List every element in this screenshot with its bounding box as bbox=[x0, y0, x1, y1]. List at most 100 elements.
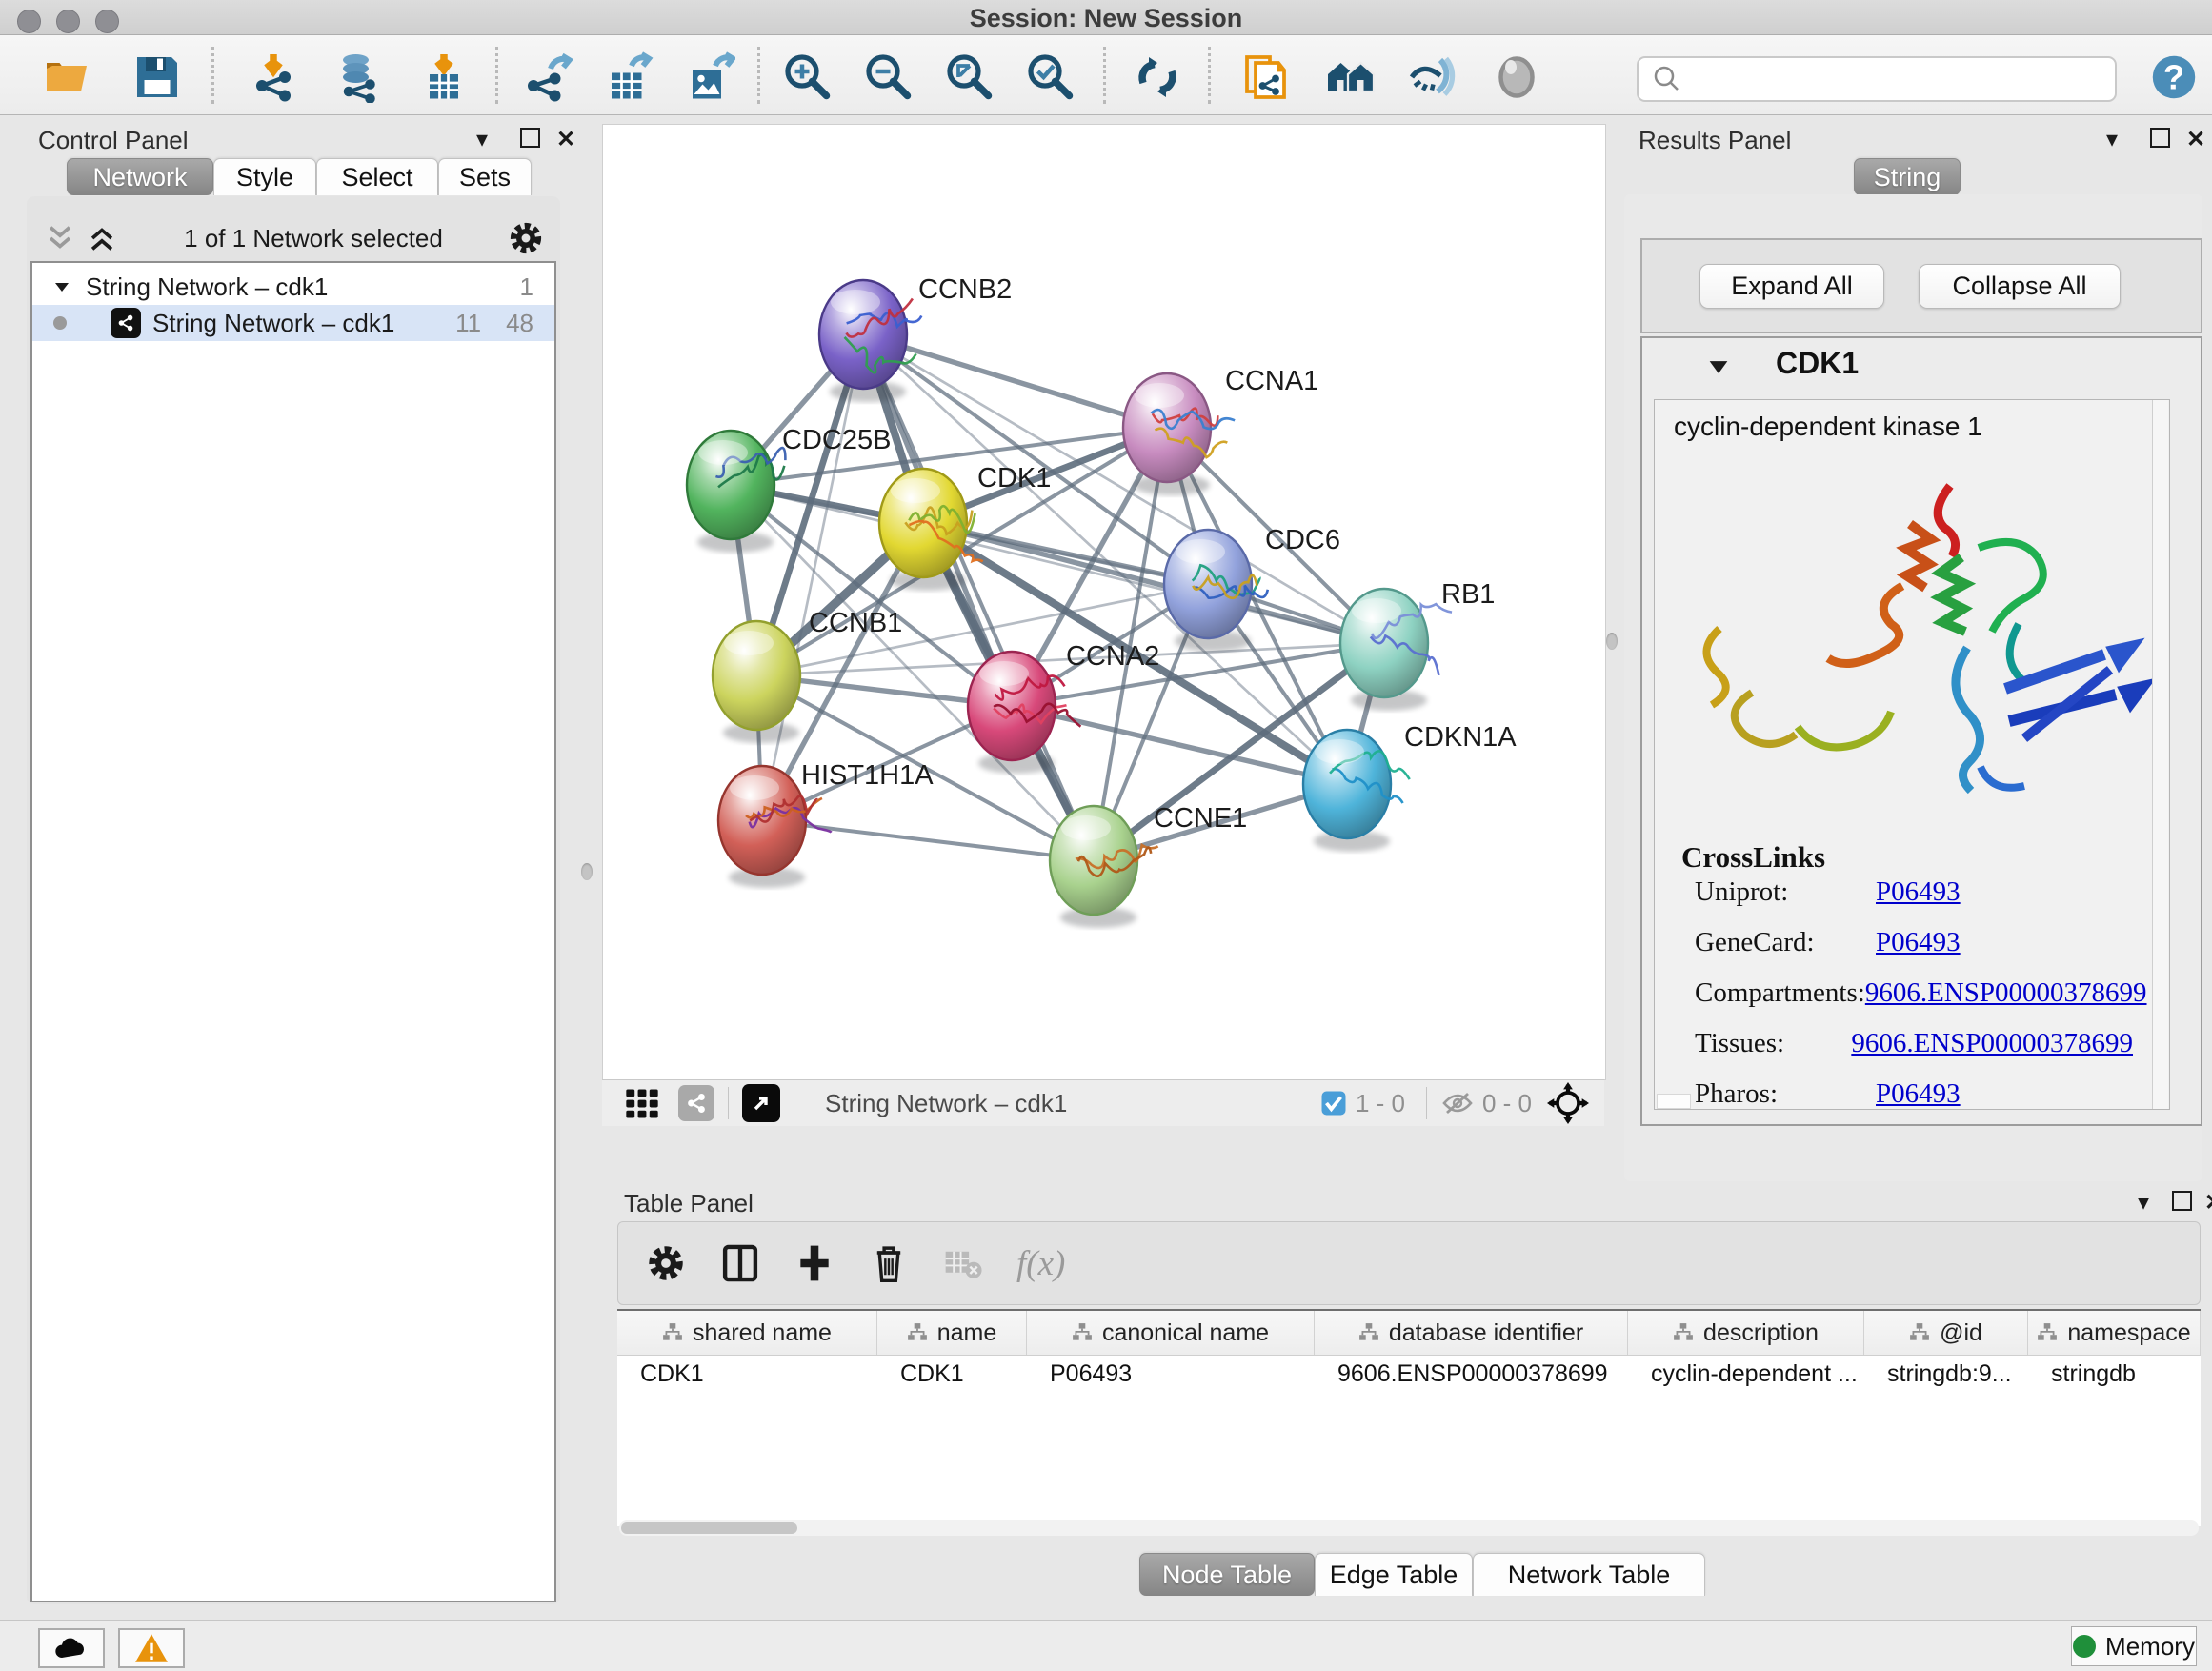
export-image-button[interactable] bbox=[681, 50, 738, 104]
import-network-from-file-button[interactable] bbox=[248, 50, 305, 104]
network-node-HIST1H1A[interactable]: HIST1H1A bbox=[718, 760, 934, 888]
tab-select[interactable]: Select bbox=[316, 158, 438, 195]
network-node-CCNA1[interactable]: CCNA1 bbox=[1123, 366, 1318, 495]
table-cell[interactable]: stringdb:9... bbox=[1864, 1355, 2028, 1393]
network-node-RB1[interactable]: RB1 bbox=[1340, 579, 1495, 711]
delete-column-icon[interactable] bbox=[868, 1242, 910, 1284]
string-view-icon[interactable] bbox=[678, 1085, 714, 1121]
open-in-window-button[interactable] bbox=[742, 1084, 780, 1122]
crosslink-link[interactable]: P06493 bbox=[1876, 876, 1961, 908]
crosslink-link[interactable]: P06493 bbox=[1876, 1078, 1961, 1110]
save-session-button[interactable] bbox=[129, 50, 186, 104]
control-panel-float-button[interactable] bbox=[520, 128, 540, 154]
column-header-name[interactable]: name bbox=[877, 1311, 1027, 1355]
table-panel-float-button[interactable] bbox=[2172, 1191, 2192, 1218]
collapse-all-button[interactable]: Collapse All bbox=[1919, 264, 2121, 309]
collection-count: 1 bbox=[520, 272, 533, 302]
column-header-database-identifier[interactable]: database identifier bbox=[1315, 1311, 1628, 1355]
status-bar: Memory bbox=[0, 1620, 2212, 1671]
import-network-from-database-button[interactable] bbox=[332, 50, 389, 104]
control-panel-menu-button[interactable]: ▾ bbox=[476, 126, 488, 153]
tab-edge-table[interactable]: Edge Table bbox=[1315, 1553, 1473, 1596]
results-scrollbar-track[interactable] bbox=[2152, 400, 2168, 1109]
tree-expander-icon[interactable] bbox=[48, 275, 76, 298]
collapse-section-icon[interactable] bbox=[1705, 355, 1732, 378]
refresh-button[interactable] bbox=[1129, 50, 1186, 104]
home-button[interactable] bbox=[1322, 50, 1379, 104]
column-header--id[interactable]: @id bbox=[1864, 1311, 2028, 1355]
hidden-eye-icon[interactable] bbox=[1440, 1089, 1475, 1117]
tab-network-table[interactable]: Network Table bbox=[1473, 1553, 1705, 1596]
results-hscrollbar-stub[interactable] bbox=[1657, 1094, 1691, 1109]
gear-icon[interactable] bbox=[507, 219, 545, 257]
collapse-all-icon[interactable] bbox=[42, 222, 78, 254]
results-panel-menu-button[interactable]: ▾ bbox=[2106, 126, 2118, 153]
crosslink-link[interactable]: 9606.ENSP00000378699 bbox=[1851, 1028, 2133, 1059]
memory-button[interactable]: Memory bbox=[2071, 1626, 2197, 1666]
table-cell[interactable]: stringdb bbox=[2028, 1355, 2201, 1393]
column-header-description[interactable]: description bbox=[1628, 1311, 1864, 1355]
crosslink-link[interactable]: P06493 bbox=[1876, 927, 1961, 958]
table-cell[interactable]: 9606.ENSP00000378699 bbox=[1315, 1355, 1628, 1393]
tab-network[interactable]: Network bbox=[67, 158, 213, 195]
table-cell[interactable]: CDK1 bbox=[877, 1355, 1027, 1393]
zoom-in-button[interactable] bbox=[779, 50, 836, 104]
tab-sets[interactable]: Sets bbox=[438, 158, 532, 195]
table-hscrollbar-track[interactable] bbox=[619, 1520, 2199, 1536]
help-button[interactable]: ? bbox=[2145, 50, 2202, 104]
warnings-button[interactable] bbox=[118, 1628, 185, 1668]
show-preview-button[interactable] bbox=[1488, 50, 1545, 104]
export-table-button[interactable] bbox=[600, 50, 657, 104]
column-header-namespace[interactable]: namespace bbox=[2028, 1311, 2201, 1355]
expand-all-button[interactable]: Expand All bbox=[1699, 264, 1884, 309]
cloud-icon bbox=[52, 1633, 90, 1663]
eye-slash-icon bbox=[1406, 51, 1458, 103]
results-panel-float-button[interactable] bbox=[2150, 128, 2170, 154]
table-panel-close-button[interactable]: ✕ bbox=[2204, 1189, 2212, 1217]
open-session-button[interactable] bbox=[38, 50, 95, 104]
selected-checkbox-icon[interactable] bbox=[1319, 1089, 1348, 1117]
import-table-from-file-button[interactable] bbox=[415, 50, 473, 104]
column-header-shared-name[interactable]: shared name bbox=[617, 1311, 877, 1355]
network-edge-HIST1H1A-CCNE1[interactable] bbox=[762, 820, 1094, 860]
table-hscrollbar-thumb[interactable] bbox=[621, 1522, 797, 1534]
network-node-CDC6[interactable]: CDC6 bbox=[1164, 525, 1340, 652]
control-panel-close-button[interactable]: ✕ bbox=[556, 126, 575, 153]
column-header-canonical-name[interactable]: canonical name bbox=[1027, 1311, 1315, 1355]
zoom-out-button[interactable] bbox=[860, 50, 917, 104]
table-cell[interactable]: cyclin-dependent ... bbox=[1628, 1355, 1864, 1393]
network-node-CDC25B[interactable]: CDC25B bbox=[687, 425, 891, 553]
network-node-CCNA2[interactable]: CCNA2 bbox=[968, 641, 1159, 774]
network-collection-row[interactable]: String Network – cdk1 1 bbox=[32, 269, 554, 305]
share-session-button[interactable] bbox=[1238, 50, 1296, 104]
cloud-status-button[interactable] bbox=[38, 1628, 105, 1668]
hide-details-button[interactable] bbox=[1403, 50, 1460, 104]
table-cell[interactable]: P06493 bbox=[1027, 1355, 1315, 1393]
tab-string-results[interactable]: String bbox=[1854, 158, 1961, 195]
table-panel-title: Table Panel bbox=[624, 1189, 754, 1218]
network-edge-CCNA2-CDKN1A[interactable] bbox=[1012, 706, 1347, 784]
show-columns-icon[interactable] bbox=[719, 1242, 761, 1284]
left-splitter-handle[interactable] bbox=[581, 863, 593, 880]
network-canvas[interactable]: CCNB2CCNA1CDC25BCDK1CDC6RB1CCNB1CCNA2CDK… bbox=[602, 124, 1606, 1080]
results-panel-close-button[interactable]: ✕ bbox=[2186, 126, 2205, 153]
table-row[interactable]: CDK1CDK1P064939606.ENSP00000378699cyclin… bbox=[617, 1355, 2201, 1393]
tab-node-table[interactable]: Node Table bbox=[1139, 1553, 1315, 1596]
network-edge-CCNB2-CCNA1[interactable] bbox=[863, 334, 1167, 428]
crosslink-link[interactable]: 9606.ENSP00000378699 bbox=[1865, 977, 2147, 1009]
export-network-button[interactable] bbox=[519, 50, 576, 104]
network-node-CDKN1A[interactable]: CDKN1A bbox=[1303, 722, 1517, 852]
table-cell[interactable]: CDK1 bbox=[617, 1355, 877, 1393]
search-input[interactable] bbox=[1690, 65, 2115, 93]
table-panel-menu-button[interactable]: ▾ bbox=[2138, 1189, 2149, 1217]
tab-style[interactable]: Style bbox=[213, 158, 316, 195]
zoom-in-icon bbox=[782, 51, 834, 103]
table-settings-gear-icon[interactable] bbox=[645, 1242, 687, 1284]
expand-all-icon[interactable] bbox=[84, 222, 120, 254]
add-column-icon[interactable] bbox=[794, 1242, 835, 1284]
zoom-selected-button[interactable] bbox=[1022, 50, 1079, 104]
pan-move-icon[interactable] bbox=[1547, 1082, 1589, 1124]
grid-view-icon[interactable] bbox=[623, 1084, 661, 1122]
network-row-selected[interactable]: String Network – cdk1 11 48 bbox=[32, 305, 554, 341]
zoom-fit-button[interactable] bbox=[941, 50, 998, 104]
